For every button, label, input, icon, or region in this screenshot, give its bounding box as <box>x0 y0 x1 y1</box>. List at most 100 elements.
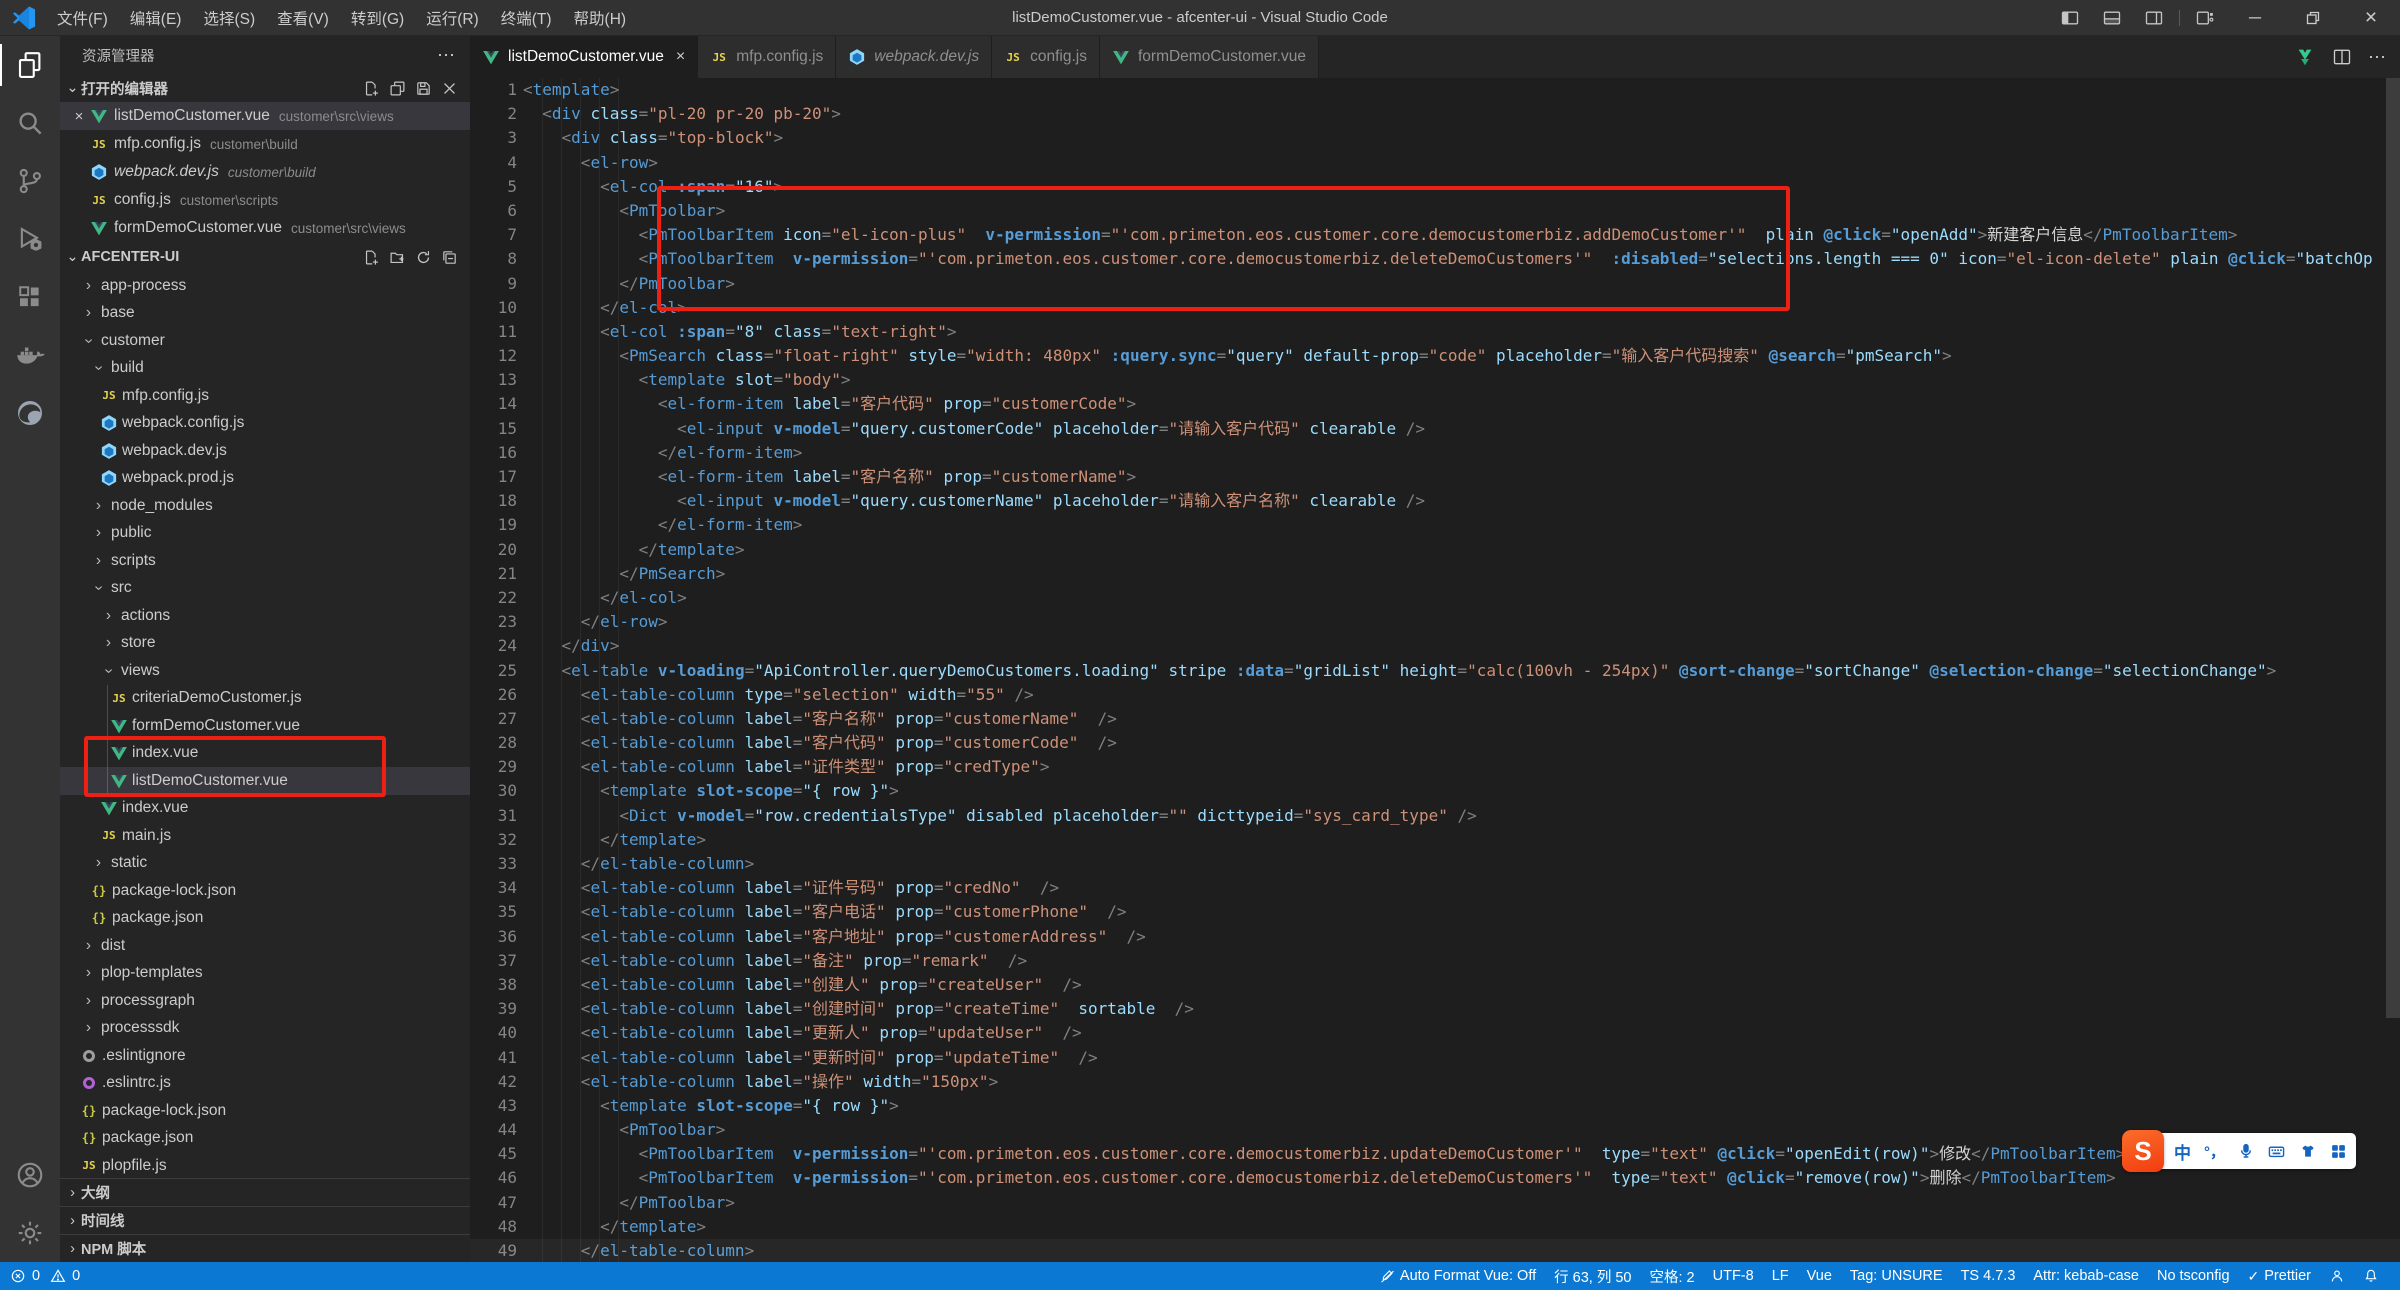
close-icon[interactable]: × <box>676 48 685 66</box>
code-line[interactable]: </PmToolbar> <box>523 272 2400 296</box>
tree-item[interactable]: .eslintrc.js <box>60 1070 470 1098</box>
code-line[interactable]: <template slot-scope="{ row }"> <box>523 779 2400 803</box>
code-line[interactable]: </PmToolbar> <box>523 1191 2400 1215</box>
tree-item[interactable]: JSplopfile.js <box>60 1152 470 1178</box>
status-item[interactable]: UTF-8 <box>1704 1262 1763 1290</box>
open-editor-item[interactable]: webpack.dev.jscustomer\build <box>60 158 470 186</box>
collapse-all-icon[interactable] <box>441 249 458 266</box>
ime-language-mode[interactable]: 中 <box>2174 1139 2191 1164</box>
code-line[interactable]: </el-form-item> <box>523 441 2400 465</box>
status-item[interactable]: Attr: kebab-case <box>2024 1262 2148 1290</box>
account-icon[interactable] <box>0 1146 60 1204</box>
tree-item[interactable]: ›views <box>60 657 470 685</box>
toggle-panel-icon[interactable] <box>2091 0 2133 35</box>
line-numbers-gutter[interactable]: 1234567891011121314151617181920212223242… <box>470 78 517 1262</box>
code-line[interactable]: <el-row> <box>523 151 2400 175</box>
tree-item[interactable]: .eslintignore <box>60 1042 470 1070</box>
status-item[interactable]: Auto Format Vue: Off <box>1371 1262 1545 1290</box>
code-line[interactable]: <div class="top-block"> <box>523 126 2400 150</box>
close-button[interactable]: × <box>2342 0 2400 35</box>
minimize-button[interactable]: ─ <box>2226 0 2284 35</box>
explorer-icon[interactable] <box>0 36 60 94</box>
editor-tab[interactable]: formDemoCustomer.vue <box>1100 36 1319 78</box>
code-line[interactable]: <PmToolbarItem icon="el-icon-plus" v-per… <box>523 223 2400 247</box>
open-editor-item[interactable]: JSconfig.jscustomer\scripts <box>60 186 470 214</box>
tree-item[interactable]: ›build <box>60 355 470 383</box>
status-item[interactable]: Tag: UNSURE <box>1841 1262 1952 1290</box>
code-line[interactable]: <el-table-column label="操作" width="150px… <box>523 1070 2400 1094</box>
docker-icon[interactable] <box>0 326 60 384</box>
code-line[interactable]: </el-col> <box>523 296 2400 320</box>
tree-item[interactable]: {}package.json <box>60 905 470 933</box>
code-line[interactable]: <el-table-column label="客户名称" prop="cust… <box>523 707 2400 731</box>
code-line[interactable]: <el-col :span="8" class="text-right"> <box>523 320 2400 344</box>
tree-item[interactable]: {}package-lock.json <box>60 1097 470 1125</box>
code-line[interactable]: <el-form-item label="客户代码" prop="custome… <box>523 392 2400 416</box>
code-line[interactable]: <el-table-column label="客户地址" prop="cust… <box>523 925 2400 949</box>
close-icon[interactable]: × <box>68 108 90 125</box>
tree-item[interactable]: webpack.dev.js <box>60 437 470 465</box>
code-line[interactable]: <PmSearch class="float-right" style="wid… <box>523 344 2400 368</box>
code-line[interactable]: </el-col> <box>523 586 2400 610</box>
status-item[interactable]: 空格: 2 <box>1641 1262 1704 1290</box>
code-line[interactable]: <el-table-column label="客户电话" prop="cust… <box>523 900 2400 924</box>
tree-item[interactable]: {}package-lock.json <box>60 877 470 905</box>
editor-tab[interactable]: listDemoCustomer.vue× <box>470 36 698 78</box>
code-line[interactable]: <template slot="body"> <box>523 368 2400 392</box>
open-editor-item[interactable]: formDemoCustomer.vuecustomer\src\views <box>60 214 470 242</box>
tree-item[interactable]: ›scripts <box>60 547 470 575</box>
code-line[interactable]: <el-table-column label="更新时间" prop="upda… <box>523 1046 2400 1070</box>
code-line[interactable]: <el-table-column type="selection" width=… <box>523 683 2400 707</box>
split-editor-icon[interactable] <box>2332 47 2352 67</box>
tree-item[interactable]: listDemoCustomer.vue <box>60 767 470 795</box>
sidebar-section-大纲[interactable]: ›大纲 <box>60 1178 470 1206</box>
code-line[interactable]: </template> <box>523 538 2400 562</box>
code-line[interactable]: <PmToolbarItem v-permission="'com.primet… <box>523 247 2400 271</box>
code-line[interactable]: <el-table-column label="证件号码" prop="cred… <box>523 876 2400 900</box>
close-all-icon[interactable] <box>441 80 458 97</box>
search-icon[interactable] <box>0 94 60 152</box>
sogou-logo-icon[interactable]: S <box>2122 1130 2164 1172</box>
code-line[interactable]: <el-table-column label="创建人" prop="creat… <box>523 973 2400 997</box>
menu-item[interactable]: 文件(F) <box>46 0 119 35</box>
status-item[interactable] <box>2320 1262 2354 1290</box>
volar-vue-icon[interactable] <box>2294 46 2316 68</box>
code-line[interactable]: </el-form-item> <box>523 513 2400 537</box>
code-line[interactable]: <Dict v-model="row.credentialsType" disa… <box>523 804 2400 828</box>
code-line[interactable]: <el-input v-model="query.customerCode" p… <box>523 417 2400 441</box>
tree-item[interactable]: webpack.prod.js <box>60 465 470 493</box>
code-line[interactable]: <PmToolbarItem v-permission="'com.primet… <box>523 1166 2400 1190</box>
menu-item[interactable]: 运行(R) <box>415 0 490 35</box>
status-item[interactable] <box>2354 1262 2388 1290</box>
tree-item[interactable]: ›actions <box>60 602 470 630</box>
ime-microphone-icon[interactable] <box>2238 1142 2254 1160</box>
tree-item[interactable]: index.vue <box>60 795 470 823</box>
toggle-sidebar-icon[interactable] <box>2049 0 2091 35</box>
vertical-scrollbar[interactable] <box>2386 78 2400 1018</box>
tree-item[interactable]: JSmain.js <box>60 822 470 850</box>
tree-item[interactable]: ›public <box>60 520 470 548</box>
menu-item[interactable]: 查看(V) <box>266 0 340 35</box>
code-line[interactable]: <el-col :span="16"> <box>523 175 2400 199</box>
settings-gear-icon[interactable] <box>0 1204 60 1262</box>
new-file-icon[interactable] <box>363 80 380 97</box>
new-file-icon[interactable] <box>363 249 380 266</box>
more-actions-icon[interactable]: ⋯ <box>2368 47 2386 68</box>
code-line[interactable]: </div> <box>523 634 2400 658</box>
tree-item[interactable]: {}package.json <box>60 1125 470 1153</box>
editor-tab[interactable]: JSconfig.js <box>992 36 1100 78</box>
tree-item[interactable]: webpack.config.js <box>60 410 470 438</box>
code-line[interactable]: <el-table-column label="备注" prop="remark… <box>523 949 2400 973</box>
extensions-icon[interactable] <box>0 268 60 326</box>
save-all-icon[interactable] <box>415 80 432 97</box>
status-item[interactable]: 行 63, 列 50 <box>1545 1262 1640 1290</box>
code-line[interactable]: <el-table-column label="更新人" prop="updat… <box>523 1021 2400 1045</box>
status-item[interactable]: TS 4.7.3 <box>1952 1262 2025 1290</box>
edge-browser-icon[interactable] <box>0 384 60 442</box>
open-editor-item[interactable]: ×listDemoCustomer.vuecustomer\src\views <box>60 102 470 130</box>
tree-item[interactable]: ›static <box>60 850 470 878</box>
code-line[interactable]: <PmToolbar> <box>523 199 2400 223</box>
code-line[interactable]: </el-table-column> <box>523 852 2400 876</box>
run-debug-icon[interactable] <box>0 210 60 268</box>
ime-skin-icon[interactable] <box>2299 1143 2317 1160</box>
